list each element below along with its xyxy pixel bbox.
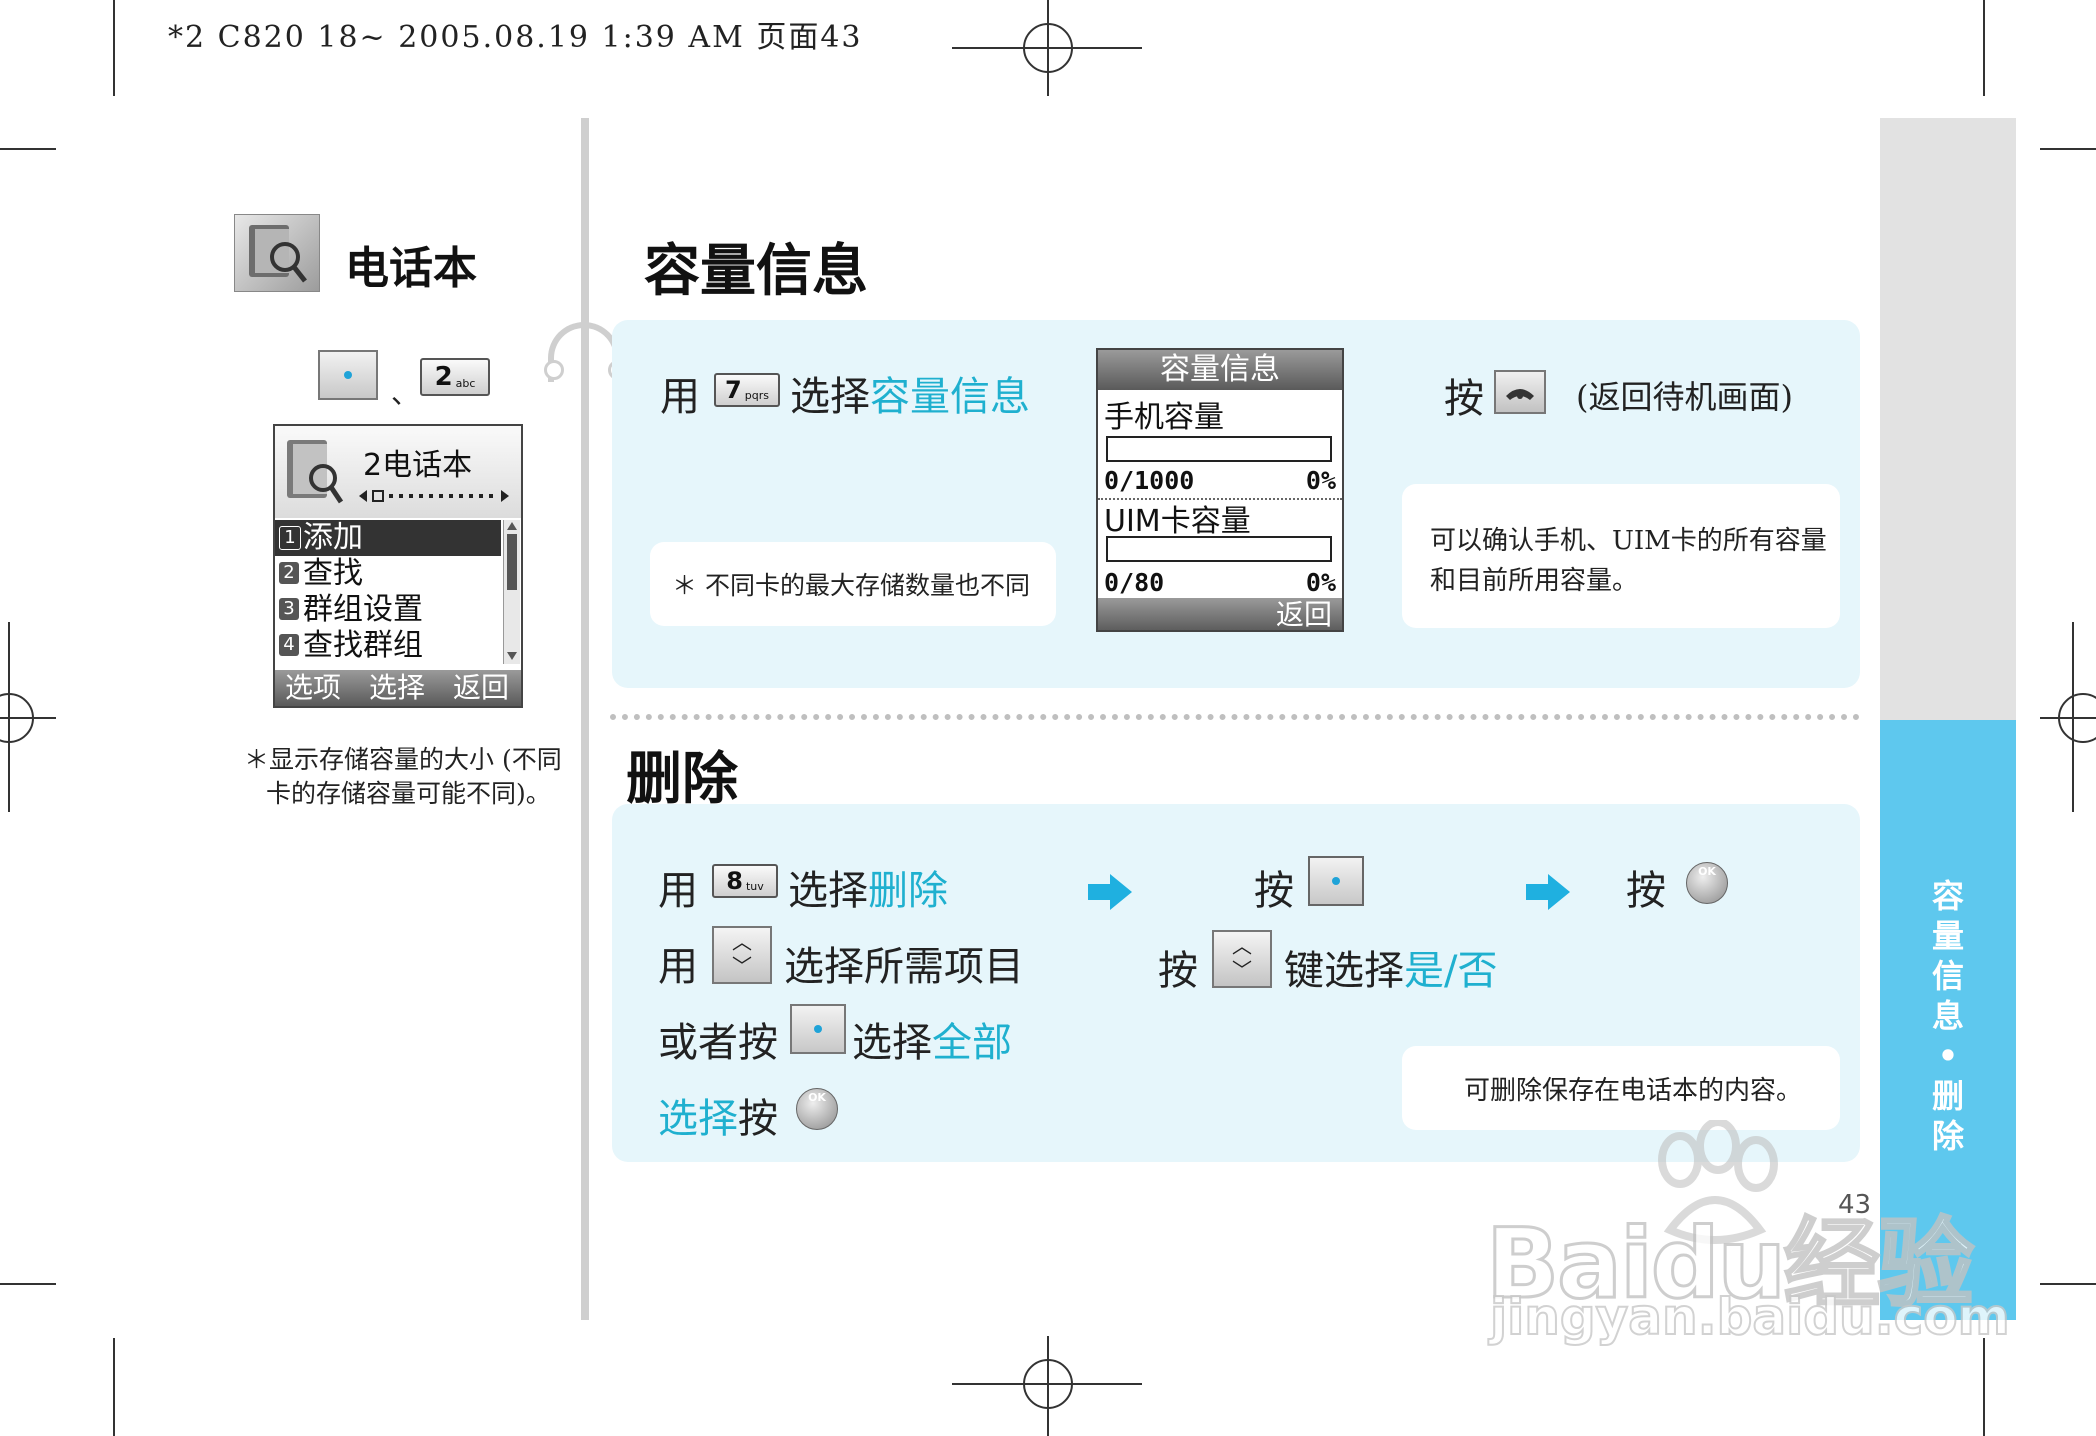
- arrow-right-icon: [1088, 872, 1132, 912]
- footnote-line-1: ＊显示存储容量的大小 (不同: [244, 745, 562, 774]
- menu-title: 2电话本: [363, 448, 473, 483]
- page-indicator: [359, 488, 509, 502]
- ok-button-icon: OK: [796, 1088, 838, 1130]
- phonebook-icon: [283, 432, 347, 510]
- capacity-select-text: 选择: [790, 374, 870, 420]
- left-divider: [581, 118, 589, 1320]
- list-item-4[interactable]: 4 查找群组: [275, 628, 501, 664]
- delete-select-4: 选择: [658, 1096, 738, 1142]
- softkey-select[interactable]: 选择: [369, 670, 425, 706]
- delete-title: 删除: [626, 747, 738, 812]
- print-header: *2 C820 18~ 2005.08.19 1:39 AM 页面43: [168, 20, 863, 55]
- capacity-return-text: (返回待机画面): [1576, 378, 1793, 416]
- delete-select-2: 选择所需项目: [784, 944, 1024, 990]
- chevron-down-icon: ﹀: [732, 954, 752, 978]
- list-item-3[interactable]: 3 群组设置: [275, 592, 501, 628]
- phone-menu-screen: 2电话本 1 添加 2 查找 3 群组设置 4 查找群组 选项 选择 返回: [273, 424, 523, 708]
- scroll-up-icon: [507, 522, 517, 530]
- scroll-down-icon: [507, 652, 517, 660]
- phone-capacity-label: 手机容量: [1104, 400, 1224, 435]
- uim-capacity-count: 0/80: [1104, 568, 1165, 597]
- softkey-bar: 选项 选择 返回: [275, 670, 521, 706]
- delete-press-a: 按: [1254, 868, 1294, 914]
- delete-select-1-target: 删除: [868, 868, 948, 914]
- uim-capacity-label: UIM卡容量: [1104, 504, 1251, 539]
- arrow-right-icon: [1526, 872, 1570, 912]
- delete-or-press: 或者按: [658, 1020, 778, 1066]
- uim-capacity-bar: [1106, 536, 1332, 562]
- delete-desc-card: 可删除保存在电话本的内容。: [1402, 1046, 1840, 1130]
- center-key-icon: [318, 350, 378, 400]
- watermark-url: jingyan.baidu.com: [1489, 1287, 2011, 1347]
- delete-press-b: 按: [1626, 868, 1666, 914]
- softkey-bar: 返回: [1098, 598, 1342, 630]
- key-7-icon: 7 pqrs: [714, 373, 780, 407]
- chevron-up-icon: ︿: [1232, 934, 1252, 958]
- softkey-options[interactable]: 选项: [285, 670, 341, 706]
- delete-select-1: 选择: [788, 868, 868, 914]
- center-key-icon: [790, 1004, 846, 1054]
- capacity-note-card: ＊ 不同卡的最大存储数量也不同: [650, 542, 1056, 626]
- nav-updown-key-icon: ︿ ﹀: [712, 926, 772, 984]
- softkey-back[interactable]: 返回: [1276, 598, 1332, 630]
- capacity-title: 容量信息: [644, 239, 868, 304]
- section-title: 电话本: [345, 243, 477, 294]
- footnote-line-2: 卡的存储容量可能不同)。: [266, 779, 551, 808]
- list-item-1[interactable]: 1 添加: [275, 520, 501, 556]
- screen-title: 容量信息: [1098, 350, 1342, 390]
- end-key-icon: [1494, 370, 1546, 414]
- capacity-press: 按: [1444, 376, 1484, 422]
- nav-updown-key-icon: ︿ ﹀: [1212, 930, 1272, 988]
- key-2-icon: 2 abc: [420, 358, 490, 396]
- delete-use-2: 用: [658, 944, 698, 990]
- capacity-use: 用: [660, 374, 700, 420]
- delete-select-3-target: 全部: [932, 1020, 1012, 1066]
- delete-press-c: 按: [1158, 948, 1198, 994]
- uim-capacity-percent: 0%: [1305, 568, 1336, 597]
- capacity-desc-card: 可以确认手机、UIM卡的所有容量 和目前所用容量。: [1402, 484, 1840, 628]
- side-tab-gray: [1880, 118, 2016, 720]
- capacity-screen: 容量信息 手机容量 0/1000 0% UIM卡容量 0/80 0% 返回: [1096, 348, 1344, 632]
- key-8-icon: 8 tuv: [712, 864, 778, 898]
- phone-capacity-percent: 0%: [1305, 466, 1336, 495]
- chevron-down-icon: ﹀: [1232, 958, 1252, 982]
- chevron-up-icon: ︿: [732, 930, 752, 954]
- phone-capacity-bar: [1106, 436, 1332, 462]
- delete-use-1: 用: [658, 868, 698, 914]
- delete-select-3: 选择: [852, 1020, 932, 1066]
- delete-key-select: 键选择: [1284, 948, 1404, 994]
- list-item-2[interactable]: 2 查找: [275, 556, 501, 592]
- section-divider: [610, 714, 1860, 720]
- center-key-icon: [1308, 856, 1364, 906]
- ok-button-icon: OK: [1686, 862, 1728, 904]
- delete-press-4: 按: [738, 1096, 778, 1142]
- phonebook-icon: [234, 214, 320, 292]
- key-separator: 、: [391, 377, 420, 410]
- scrollbar[interactable]: [503, 520, 520, 664]
- capacity-select-target: 容量信息: [870, 374, 1030, 420]
- phone-capacity-count: 0/1000: [1104, 466, 1195, 495]
- softkey-back[interactable]: 返回: [453, 670, 509, 706]
- delete-yes-no: 是/否: [1404, 948, 1498, 994]
